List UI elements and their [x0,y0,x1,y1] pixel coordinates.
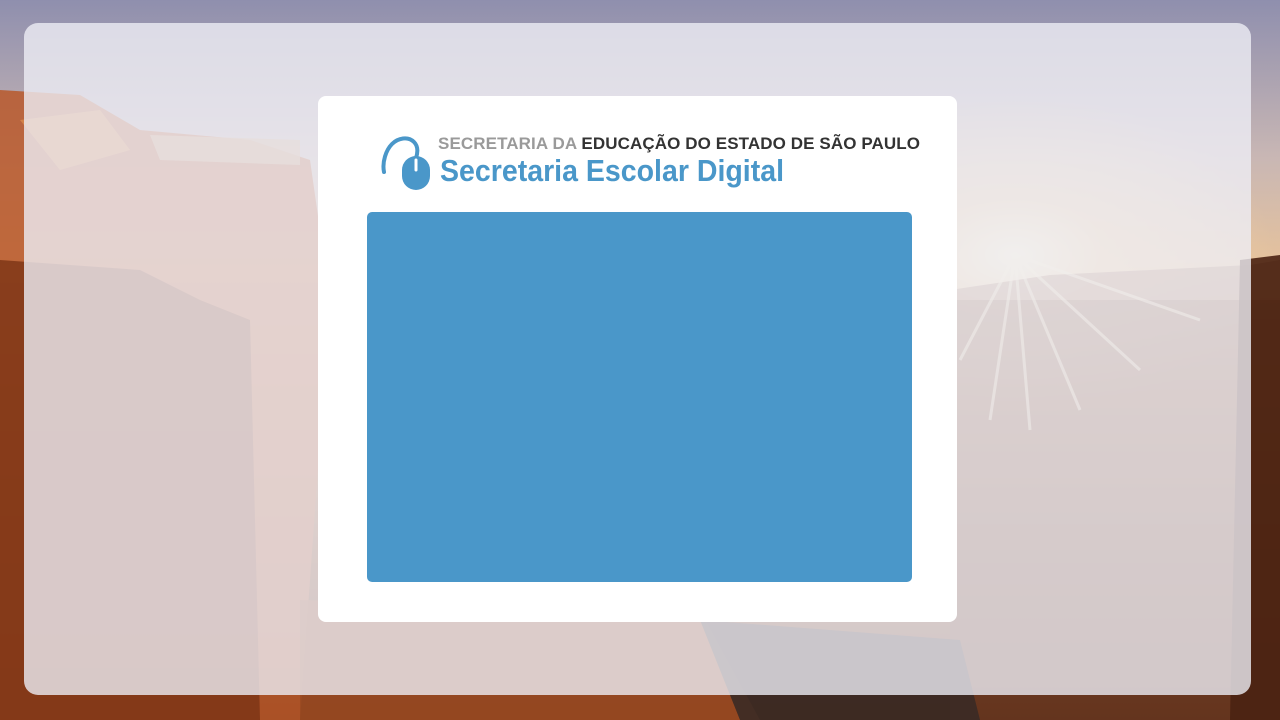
logo-department: EDUCAÇÃO DO ESTADO DE SÃO PAULO [581,134,921,153]
logo-product-name: Secretaria Escolar Digital [440,153,785,188]
logo-header-line: SECRETARIA DA EDUCAÇÃO DO ESTADO DE SÃO … [438,134,920,154]
mouse-icon [381,136,430,190]
blue-content-panel [367,212,912,582]
main-card: SECRETARIA DA EDUCAÇÃO DO ESTADO DE SÃO … [318,96,957,622]
sed-logo: SECRETARIA DA EDUCAÇÃO DO ESTADO DE SÃO … [380,132,920,194]
logo-prefix: SECRETARIA DA [438,134,577,153]
